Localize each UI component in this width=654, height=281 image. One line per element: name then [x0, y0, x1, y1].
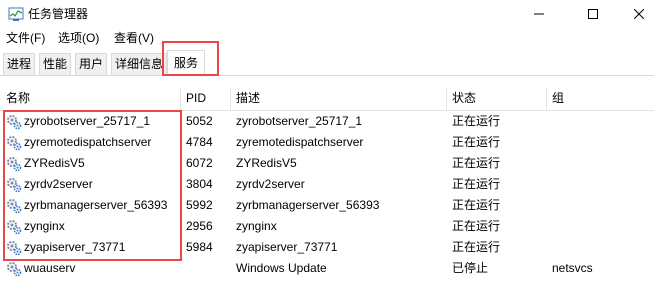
tab-details[interactable]: 详细信息 [111, 53, 168, 75]
tab-processes[interactable]: 进程 [3, 53, 36, 75]
service-name: zynginx [24, 219, 65, 233]
service-description: zyapiserver_73771 [236, 240, 338, 254]
service-description: zyremotedispatchserver [236, 135, 364, 149]
service-name: ZYRedisV5 [24, 156, 85, 170]
tab-users[interactable]: 用户 [75, 53, 108, 75]
service-gear-icon [7, 199, 22, 214]
service-gear-icon [7, 262, 22, 277]
service-description: zyrdv2server [236, 177, 305, 191]
column-status[interactable]: 状态 [452, 87, 476, 110]
service-pid: 5052 [186, 114, 213, 128]
menu-options[interactable]: 选项(O) [56, 30, 101, 46]
tab-bar: 进程 性能 用户 详细信息 服务 [0, 50, 654, 76]
menu-view[interactable]: 查看(V) [112, 30, 156, 46]
column-name[interactable]: 名称 [6, 87, 30, 110]
service-status: 正在运行 [452, 177, 501, 191]
table-row[interactable]: zyrobotserver_25717_1 5052 zyrobotserver… [0, 111, 654, 132]
close-icon [634, 9, 644, 19]
column-separator[interactable] [230, 87, 231, 111]
service-status: 已停止 [452, 261, 489, 275]
menu-file[interactable]: 文件(F) [4, 30, 47, 46]
service-gear-icon [7, 157, 22, 172]
service-description: zynginx [236, 219, 277, 233]
service-gear-icon [7, 178, 22, 193]
service-pid: 2956 [186, 219, 213, 233]
service-name: zyrobotserver_25717_1 [24, 114, 151, 128]
column-separator[interactable] [180, 87, 181, 111]
menu-bar: 文件(F) 选项(O) 查看(V) [0, 28, 654, 48]
service-name: wuauserv [24, 261, 76, 275]
table-row[interactable]: zyrbmanagerserver_56393 5992 zyrbmanager… [0, 195, 654, 216]
service-status: 正在运行 [452, 156, 501, 170]
service-gear-icon [7, 241, 22, 256]
column-separator[interactable] [446, 87, 447, 111]
minimize-icon [534, 13, 544, 15]
table-row[interactable]: ZYRedisV5 6072 ZYRedisV5 正在运行 [0, 153, 654, 174]
table-row[interactable]: zynginx 2956 zynginx 正在运行 [0, 216, 654, 237]
maximize-button[interactable] [570, 0, 616, 28]
column-header: 名称 PID 描述 状态 组 [0, 87, 654, 111]
column-pid[interactable]: PID [186, 87, 206, 110]
service-name: zyapiserver_73771 [24, 240, 126, 254]
task-manager-icon [8, 7, 24, 21]
service-description: zyrbmanagerserver_56393 [236, 198, 380, 212]
service-gear-icon [7, 136, 22, 151]
service-description: zyrobotserver_25717_1 [236, 114, 363, 128]
column-separator[interactable] [546, 87, 547, 111]
service-status: 正在运行 [452, 135, 501, 149]
service-group: netsvcs [552, 261, 593, 275]
title-bar: 任务管理器 [0, 0, 654, 28]
service-status: 正在运行 [452, 219, 501, 233]
service-pid: 5992 [186, 198, 213, 212]
close-button[interactable] [616, 0, 654, 28]
service-status: 正在运行 [452, 240, 501, 254]
service-pid: 6072 [186, 156, 213, 170]
service-status: 正在运行 [452, 198, 501, 212]
service-gear-icon [7, 115, 22, 130]
service-name: zyrbmanagerserver_56393 [24, 198, 168, 212]
tab-services[interactable]: 服务 [167, 50, 206, 76]
table-row[interactable]: zyrdv2server 3804 zyrdv2server 正在运行 [0, 174, 654, 195]
service-gear-icon [7, 220, 22, 235]
tab-bar-divider [0, 75, 654, 76]
service-description: ZYRedisV5 [236, 156, 297, 170]
maximize-icon [588, 9, 598, 19]
service-name: zyremotedispatchserver [24, 135, 152, 149]
window-title: 任务管理器 [28, 7, 89, 21]
service-pid: 4784 [186, 135, 213, 149]
table-row[interactable]: wuauserv Windows Update 已停止 netsvcs [0, 258, 654, 279]
service-pid: 3804 [186, 177, 213, 191]
service-description: Windows Update [236, 261, 327, 275]
table-row[interactable]: zyremotedispatchserver 4784 zyremotedisp… [0, 132, 654, 153]
column-group[interactable]: 组 [552, 87, 564, 110]
service-name: zyrdv2server [24, 177, 93, 191]
table-row[interactable]: zyapiserver_73771 5984 zyapiserver_73771… [0, 237, 654, 258]
column-description[interactable]: 描述 [236, 87, 260, 110]
service-status: 正在运行 [452, 114, 501, 128]
tab-performance[interactable]: 性能 [39, 53, 72, 75]
minimize-button[interactable] [516, 0, 562, 28]
service-pid: 5984 [186, 240, 213, 254]
